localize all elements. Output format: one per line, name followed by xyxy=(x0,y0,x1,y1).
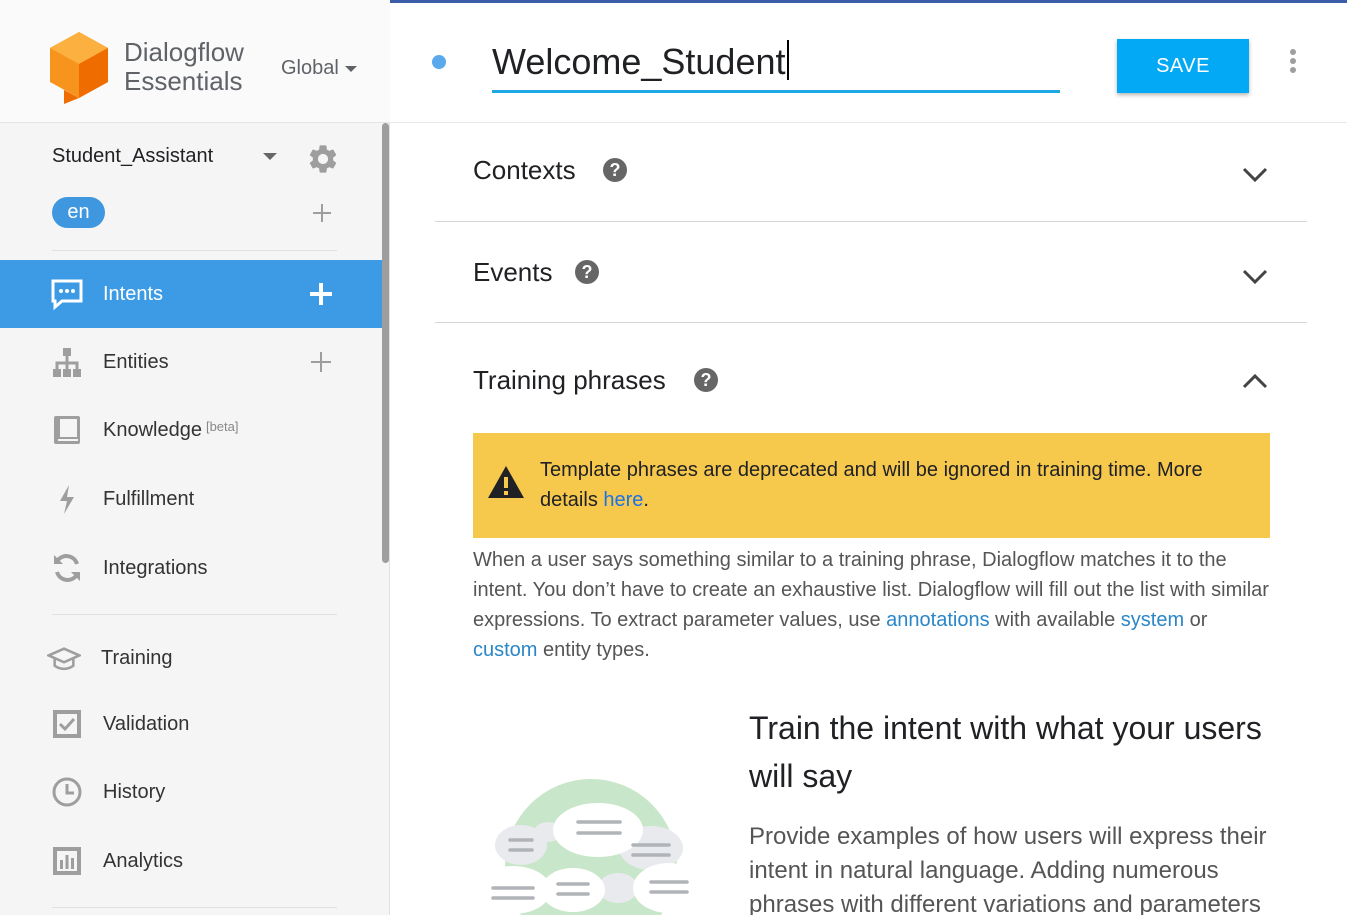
book-icon xyxy=(50,413,84,447)
region-label: Global xyxy=(281,57,339,79)
deprecation-warning-banner: Template phrases are deprecated and will… xyxy=(473,433,1270,538)
details-link[interactable]: here xyxy=(603,489,643,511)
more-vert-icon[interactable] xyxy=(1286,49,1300,79)
agent-selector[interactable]: Student_Assistant xyxy=(52,142,342,173)
caret-down-icon[interactable] xyxy=(263,153,277,160)
chevron-up-icon[interactable] xyxy=(1241,372,1269,390)
dialogflow-logo-icon xyxy=(50,32,108,104)
sidebar-item-label: Knowledge [beta] xyxy=(103,419,239,442)
language-row: en xyxy=(52,197,342,229)
sidebar: Dialogflow Essentials Global Student_Ass… xyxy=(0,0,390,915)
sidebar-item-label: Integrations xyxy=(103,556,208,579)
chat-bubble-icon xyxy=(50,277,84,311)
text-cursor xyxy=(786,40,789,80)
beta-badge: [beta] xyxy=(205,418,239,434)
intent-name-value: Welcome_Student xyxy=(492,41,786,82)
sidebar-item-label: History xyxy=(103,780,166,803)
sync-arrows-icon xyxy=(50,551,84,585)
divider xyxy=(52,907,337,908)
help-icon[interactable]: ? xyxy=(575,260,599,284)
description-text: entity types. xyxy=(537,639,650,661)
section-title: Training phrases xyxy=(473,365,666,395)
checkbox-icon xyxy=(50,707,84,741)
sidebar-item-label: Entities xyxy=(103,350,169,373)
section-title: Contexts xyxy=(473,155,576,185)
caret-down-icon xyxy=(344,65,357,72)
description-text: or xyxy=(1184,609,1208,631)
sidebar-item-label: Validation xyxy=(103,712,190,735)
sidebar-item-entities[interactable]: Entities xyxy=(0,328,382,396)
knowledge-label: Knowledge xyxy=(103,418,202,441)
sidebar-item-integrations[interactable]: Integrations xyxy=(0,534,382,602)
chat-bubbles-illustration xyxy=(475,779,705,915)
gear-icon[interactable] xyxy=(306,142,340,176)
sidebar-item-knowledge[interactable]: Knowledge [beta] xyxy=(0,396,382,464)
sidebar-scrollbar[interactable] xyxy=(382,123,389,563)
empty-state-title: Train the intent with what your users wi… xyxy=(749,710,1262,794)
warning-end: . xyxy=(643,489,649,511)
brand-name-line1: Dialogflow xyxy=(124,37,244,67)
chevron-down-icon[interactable] xyxy=(1241,268,1269,286)
hierarchy-icon xyxy=(50,345,84,379)
help-icon[interactable]: ? xyxy=(603,158,627,182)
sidebar-item-intents[interactable]: Intents xyxy=(0,260,382,328)
divider xyxy=(52,250,337,251)
training-phrases-description: When a user says something similar to a … xyxy=(473,545,1273,665)
brand-header: Dialogflow Essentials Global xyxy=(0,0,390,123)
sidebar-item-label: Intents xyxy=(103,282,164,305)
save-button[interactable]: SAVE xyxy=(1117,39,1249,93)
add-intent-plus-icon[interactable] xyxy=(308,281,334,307)
brand-name: Dialogflow Essentials xyxy=(124,38,244,96)
intent-header: Welcome_Student SAVE xyxy=(390,3,1347,123)
system-link[interactable]: system xyxy=(1121,609,1184,631)
description-text: with available xyxy=(989,609,1121,631)
add-entity-plus-icon[interactable] xyxy=(308,349,334,375)
empty-state-body: Provide examples of how users will expre… xyxy=(749,823,1267,915)
sidebar-item-fulfillment[interactable]: Fulfillment xyxy=(0,465,382,533)
clock-icon xyxy=(50,775,84,809)
agent-name: Student_Assistant xyxy=(52,145,214,167)
annotations-link[interactable]: annotations xyxy=(886,609,989,631)
section-title: Events xyxy=(473,257,553,287)
help-icon[interactable]: ? xyxy=(694,368,718,392)
sidebar-item-label: Training xyxy=(101,646,173,669)
warning-icon xyxy=(488,466,524,498)
custom-link[interactable]: custom xyxy=(473,639,537,661)
intent-name-input[interactable]: Welcome_Student xyxy=(492,39,1060,93)
brand-name-line2: Essentials xyxy=(124,66,243,96)
sidebar-item-validation[interactable]: Validation xyxy=(0,690,382,758)
contexts-section[interactable]: Contexts ? xyxy=(435,124,1307,222)
events-section[interactable]: Events ? xyxy=(435,223,1307,323)
unsaved-status-dot xyxy=(432,55,446,69)
sidebar-item-training[interactable]: Training xyxy=(0,624,382,692)
lightning-bolt-icon xyxy=(50,482,84,516)
graduation-cap-icon xyxy=(47,641,81,675)
add-language-plus-icon[interactable] xyxy=(310,201,334,225)
warning-text: Template phrases are deprecated and will… xyxy=(540,455,1250,515)
divider xyxy=(52,614,337,615)
region-selector[interactable]: Global xyxy=(281,57,357,80)
training-phrases-section[interactable]: Training phrases ? xyxy=(435,324,1307,432)
sidebar-item-analytics[interactable]: Analytics xyxy=(0,827,382,895)
chevron-down-icon[interactable] xyxy=(1241,166,1269,184)
sidebar-item-history[interactable]: History xyxy=(0,758,382,826)
language-pill[interactable]: en xyxy=(52,197,105,228)
sidebar-item-label: Fulfillment xyxy=(103,487,195,510)
bar-chart-icon xyxy=(50,844,84,878)
sidebar-item-label: Analytics xyxy=(103,849,184,872)
